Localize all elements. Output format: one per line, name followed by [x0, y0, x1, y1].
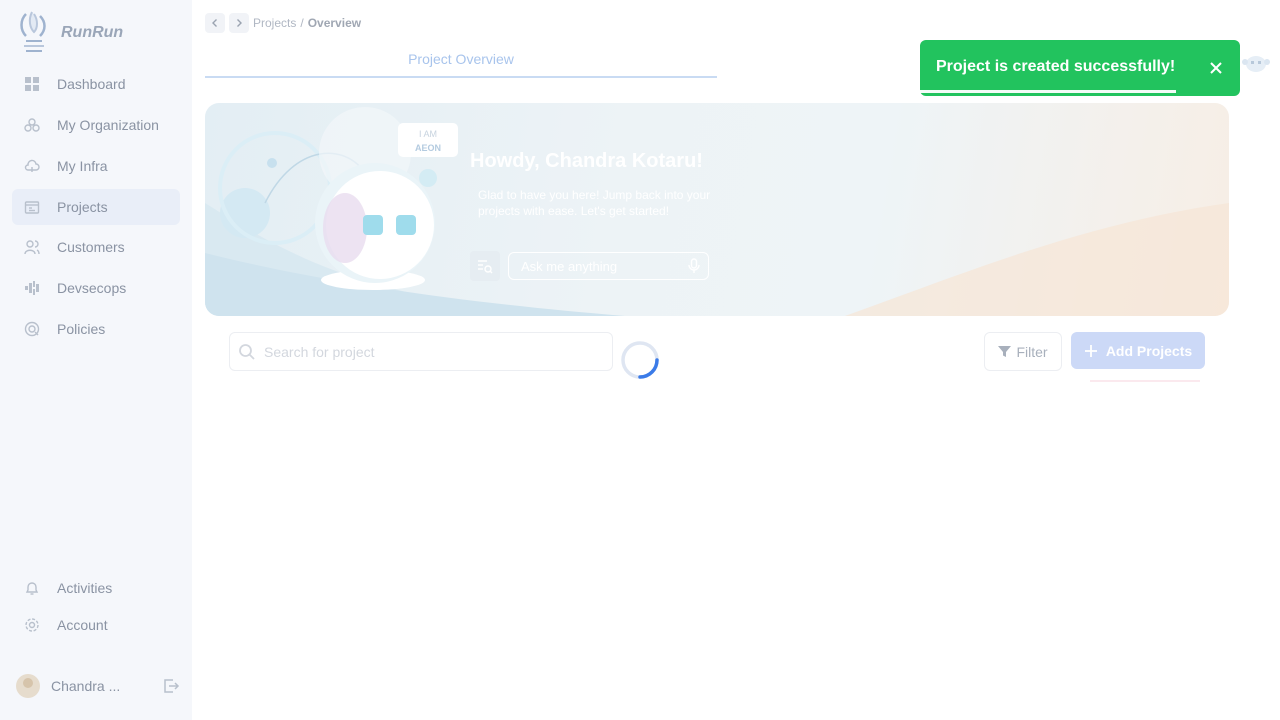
- user-profile[interactable]: Chandra ...: [16, 672, 184, 700]
- ask-ai-input[interactable]: [508, 252, 709, 280]
- add-projects-label: Add Projects: [1105, 342, 1193, 359]
- toast-message: Project is created successfully!: [936, 58, 1176, 75]
- sidebar-item-account[interactable]: Account: [12, 607, 180, 643]
- sidebar-item-label: Projects: [57, 199, 108, 215]
- chevron-right-icon: [237, 19, 242, 27]
- filter-label: Filter: [1016, 343, 1048, 360]
- greeting-subtitle: Glad to have you here! Jump back into yo…: [478, 188, 711, 218]
- sidebar-item-label: Policies: [57, 321, 106, 337]
- sidebar-item-label: My Infra: [57, 158, 108, 174]
- sidebar-item-label: Activities: [57, 580, 113, 596]
- breadcrumb-separator: /: [300, 16, 304, 30]
- policy-icon: [24, 321, 40, 337]
- plus-icon: [1084, 344, 1098, 358]
- organization-icon: [24, 117, 40, 133]
- aeon-badge-line1: I AM: [419, 129, 437, 139]
- toast-progress-bar: [920, 90, 1176, 93]
- chevron-left-icon: [212, 19, 217, 27]
- brand-name: RunRun: [61, 24, 124, 41]
- users-icon: [24, 239, 40, 255]
- microphone-icon[interactable]: [688, 258, 700, 279]
- list-search-icon: [478, 260, 493, 274]
- projects-icon: [24, 199, 40, 215]
- sidebar-item-my-infra[interactable]: My Infra: [12, 148, 180, 184]
- close-icon[interactable]: [1208, 60, 1224, 76]
- cloud-icon: [24, 158, 40, 174]
- sidebar-item-devsecops[interactable]: Devsecops: [12, 270, 180, 306]
- sidebar-item-activities[interactable]: Activities: [12, 570, 180, 606]
- sidebar-item-label: Account: [57, 617, 108, 633]
- filter-icon: [998, 345, 1012, 358]
- logout-icon[interactable]: [162, 677, 180, 700]
- runrun-logo: [20, 11, 46, 52]
- add-projects-button[interactable]: Add Projects: [1071, 332, 1205, 369]
- sidebar-item-label: Dashboard: [57, 76, 126, 92]
- user-name: Chandra ...: [51, 678, 121, 694]
- sidebar-item-policies[interactable]: Policies: [12, 311, 180, 347]
- greeting-title: Howdy, Chandra Kotaru!: [470, 150, 703, 172]
- sidebar-item-customers[interactable]: Customers: [12, 229, 180, 265]
- assistant-history-button[interactable]: [470, 251, 500, 281]
- add-button-shadow: [1090, 380, 1200, 382]
- sidebar-item-my-organization[interactable]: My Organization: [12, 107, 180, 143]
- dashboard-icon: [24, 76, 40, 92]
- tab-project-overview[interactable]: Project Overview: [205, 48, 717, 78]
- assistant-bot-icon[interactable]: [1241, 50, 1271, 76]
- sidebar-item-label: Customers: [57, 239, 125, 255]
- breadcrumb-current: Overview: [307, 16, 362, 30]
- forward-button[interactable]: [229, 13, 249, 33]
- success-toast: Project is created successfully!: [920, 40, 1240, 96]
- project-search[interactable]: [229, 332, 613, 371]
- gear-icon: [24, 617, 40, 633]
- avatar: [16, 674, 40, 698]
- aeon-badge-line2: AEON: [415, 143, 441, 153]
- bell-icon: [24, 580, 40, 596]
- sidebar: RunRun Dashboard My Organization My Infr…: [0, 0, 192, 720]
- sidebar-item-projects[interactable]: Projects: [12, 189, 180, 225]
- breadcrumb: Projects / Overview: [205, 13, 361, 33]
- breadcrumb-parent[interactable]: Projects: [253, 16, 296, 30]
- sidebar-item-dashboard[interactable]: Dashboard: [12, 66, 180, 102]
- search-input[interactable]: [264, 343, 594, 360]
- back-button[interactable]: [205, 13, 225, 33]
- welcome-banner: I AM AEON Howdy, Chandra Kotaru! Glad to…: [205, 103, 1229, 316]
- filter-button[interactable]: Filter: [984, 332, 1062, 371]
- sidebar-item-label: My Organization: [57, 117, 159, 133]
- devsecops-icon: [24, 280, 40, 296]
- search-icon: [238, 343, 256, 361]
- sidebar-item-label: Devsecops: [57, 280, 127, 296]
- loading-spinner: [621, 341, 659, 379]
